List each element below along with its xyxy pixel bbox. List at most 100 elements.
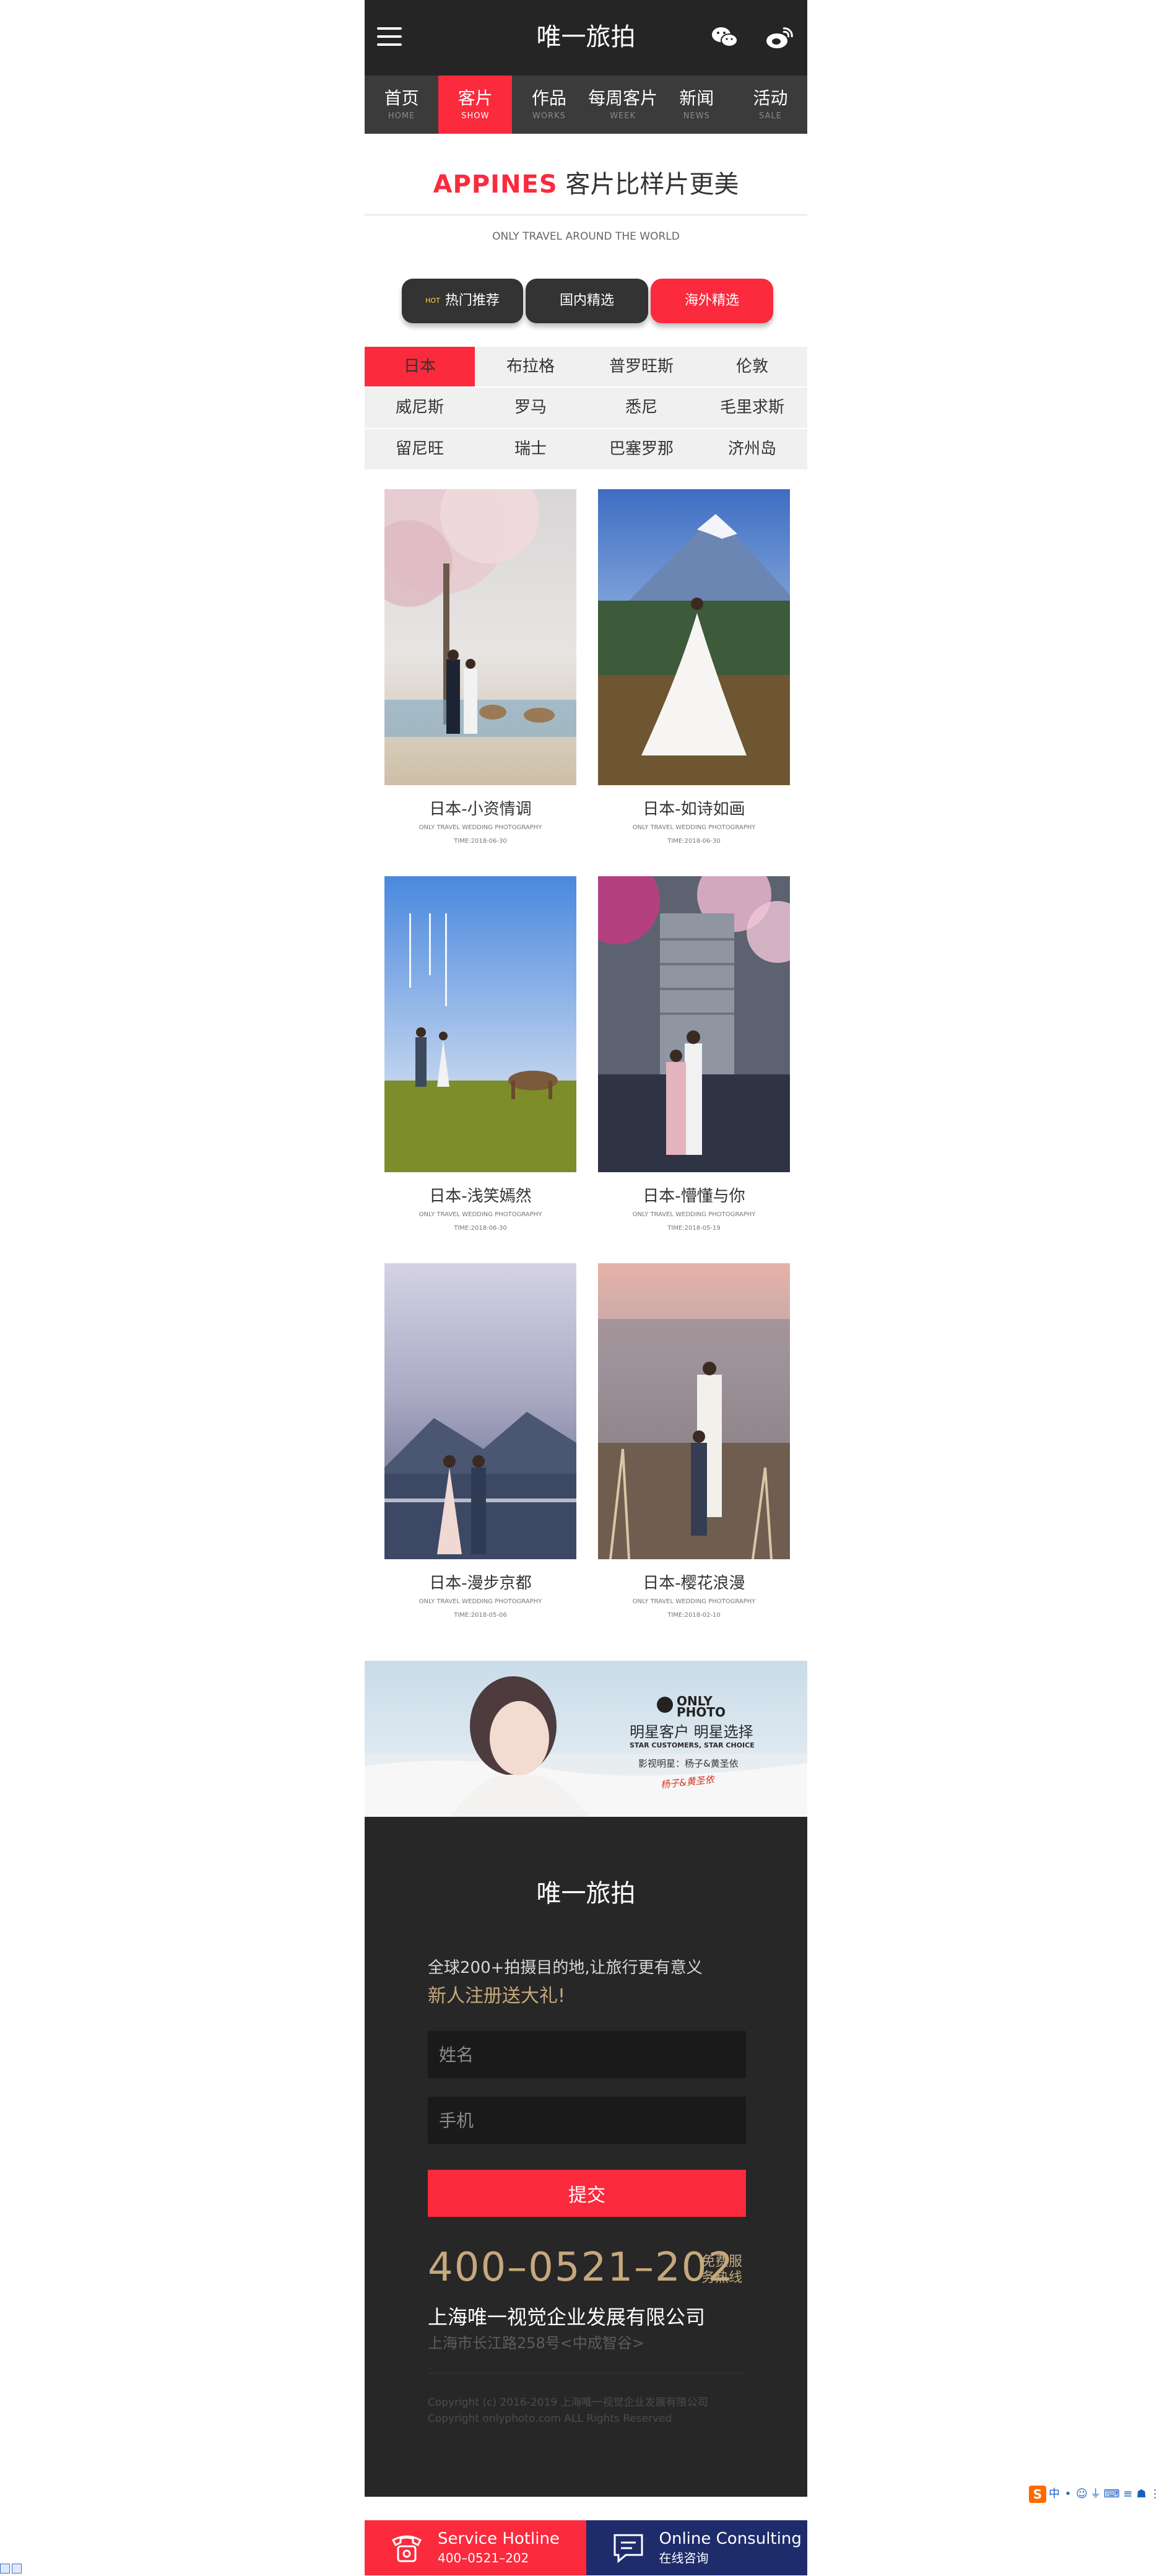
city-reunion[interactable]: 留尼旺 [365, 429, 475, 469]
main-nav: 首页 HOME 客片 SHOW 作品 WORKS 每周客片 WEEK 新闻 NEWS 活动… [365, 76, 807, 134]
ime-emoji-icon[interactable]: ☺ [1076, 2486, 1088, 2503]
card-title: 日本-樱花浪漫 [643, 1574, 745, 1593]
footer-title: 唯一旅拍 [536, 1879, 636, 1908]
city-jeju[interactable]: 济州岛 [697, 429, 807, 469]
top-bar: 唯一旅拍 [365, 0, 807, 76]
bottom-action-bar: Service Hotline 400–0521–202 Online Cons… [365, 2520, 807, 2575]
gallery-card[interactable]: 日本-浅笑嫣然 ONLY TRAVEL WEDDING PHOTOGRAPHY … [384, 876, 576, 1233]
nav-item-news[interactable]: 新闻 NEWS [660, 76, 734, 134]
ime-voice-icon[interactable]: ⏚ [1090, 2486, 1101, 2503]
tab-domestic[interactable]: 国内精选 [526, 279, 648, 323]
nav-label: 首页 [384, 88, 419, 108]
site-title: 唯一旅拍 [536, 23, 636, 51]
headline-divider [365, 214, 807, 215]
hotline-number[interactable]: 400–0521–202 [428, 2243, 734, 2292]
nav-item-works[interactable]: 作品 WORKS [512, 76, 586, 134]
city-mauritius[interactable]: 毛里求斯 [697, 388, 807, 427]
card-time: TIME:2018-02-10 [667, 1612, 721, 1619]
city-london[interactable]: 伦敦 [697, 347, 807, 386]
footer-divider [428, 2373, 746, 2374]
ime-toolbar: S 中 • ☺ ⏚ ⌨ ≡ ☗ ⋮ [1029, 2482, 1175, 2507]
card-subtitle: ONLY TRAVEL WEDDING PHOTOGRAPHY [418, 1598, 542, 1605]
ime-language-toggle[interactable]: 中 [1049, 2486, 1060, 2503]
card-time: TIME:2018-05-06 [454, 1612, 507, 1619]
wechat-icon[interactable] [710, 24, 740, 51]
gallery-photo[interactable] [384, 876, 576, 1172]
promo-gift-text: 新人注册送大礼! [428, 1985, 566, 2007]
card-time: TIME:2018-06-30 [454, 838, 507, 845]
ime-logo-icon[interactable]: S [1029, 2486, 1046, 2503]
phone-input[interactable] [428, 2097, 746, 2144]
online-consulting-button[interactable]: Online Consulting 在线咨询 [586, 2520, 807, 2575]
card-subtitle: ONLY TRAVEL WEDDING PHOTOGRAPHY [632, 824, 756, 831]
city-provence[interactable]: 普罗旺斯 [586, 347, 696, 386]
headline-brand: APPINES [433, 170, 558, 199]
promo-text: 全球200+拍摄目的地,让旅行更有意义 [428, 1959, 703, 1977]
ime-more-icon[interactable]: ⋮ [1150, 2486, 1161, 2503]
category-tabs: HOT 热门推荐 国内精选 海外精选 [402, 279, 773, 323]
banner-star: 影视明星：杨子&黄圣依 [638, 1758, 739, 1769]
card-subtitle: ONLY TRAVEL WEDDING PHOTOGRAPHY [418, 1211, 542, 1218]
service-hotline-button[interactable]: Service Hotline 400–0521–202 [365, 2520, 586, 2575]
name-input[interactable] [428, 2031, 746, 2078]
nav-item-week[interactable]: 每周客片 WEEK [586, 76, 660, 134]
tab-overseas[interactable]: 海外精选 [651, 279, 773, 323]
banner-slogan-en: STAR CUSTOMERS, STAR CHOICE [630, 1741, 755, 1749]
nav-sublabel: SALE [759, 111, 782, 121]
submit-button[interactable]: 提交 [428, 2170, 746, 2217]
gallery-photo[interactable] [384, 489, 576, 785]
tab-label: 海外精选 [684, 293, 739, 308]
nav-item-home[interactable]: 首页 HOME [365, 76, 438, 134]
card-time: TIME:2018-06-30 [454, 1225, 507, 1232]
gallery-card[interactable]: 日本-漫步京都 ONLY TRAVEL WEDDING PHOTOGRAPHY … [384, 1263, 576, 1620]
nav-label: 客片 [457, 88, 493, 108]
gallery-photo[interactable] [598, 1263, 790, 1559]
nav-label: 新闻 [679, 88, 714, 108]
hotline-note: 免费服务热线 [701, 2254, 743, 2286]
company-name: 上海唯一视觉企业发展有限公司 [428, 2305, 706, 2329]
city-rome[interactable]: 罗马 [475, 388, 586, 427]
tab-label: 国内精选 [559, 293, 614, 308]
card-subtitle: ONLY TRAVEL WEDDING PHOTOGRAPHY [632, 1598, 756, 1605]
nav-sublabel: WORKS [532, 111, 566, 121]
city-japan[interactable]: 日本 [365, 347, 475, 386]
city-venice[interactable]: 威尼斯 [365, 388, 475, 427]
ime-keyboard-icon[interactable]: ⌨ [1104, 2486, 1120, 2503]
window-icon[interactable] [0, 2564, 10, 2574]
corner-status-icons [0, 2564, 25, 2575]
nav-label: 活动 [753, 88, 788, 108]
gallery-photo[interactable] [598, 876, 790, 1172]
city-switzerland[interactable]: 瑞士 [475, 429, 586, 469]
gallery-card[interactable]: 日本-小资情调 ONLY TRAVEL WEDDING PHOTOGRAPHY … [384, 489, 576, 846]
section-headline: APPINES 客片比样片更美 [365, 167, 807, 202]
weibo-icon[interactable] [765, 24, 794, 51]
gallery-card[interactable]: 日本-樱花浪漫 ONLY TRAVEL WEDDING PHOTOGRAPHY … [598, 1263, 790, 1620]
nav-item-show[interactable]: 客片 SHOW [438, 76, 513, 134]
hotline-title: Service Hotline [438, 2530, 560, 2548]
gallery-photo[interactable] [384, 1263, 576, 1559]
nav-item-sale[interactable]: 活动 SALE [734, 76, 807, 134]
city-prague[interactable]: 布拉格 [475, 347, 586, 386]
telephone-icon [392, 2535, 422, 2562]
chat-icon [614, 2534, 643, 2564]
tab-label: 热门推荐 [444, 293, 500, 308]
card-title: 日本-小资情调 [429, 800, 532, 819]
nav-sublabel: WEEK [610, 111, 636, 121]
gallery-photo[interactable] [598, 489, 790, 785]
nav-label: 每周客片 [588, 88, 658, 108]
window-icon[interactable] [12, 2564, 22, 2574]
ime-skin-icon[interactable]: ☗ [1136, 2486, 1147, 2503]
city-sydney[interactable]: 悉尼 [586, 388, 696, 427]
gallery-card[interactable]: 日本-懵懂与你 ONLY TRAVEL WEDDING PHOTOGRAPHY … [598, 876, 790, 1233]
nav-sublabel: NEWS [683, 111, 710, 121]
card-title: 日本-懵懂与你 [643, 1187, 745, 1206]
headline-subtitle: ONLY TRAVEL AROUND THE WORLD [492, 230, 680, 243]
gallery-card[interactable]: 日本-如诗如画 ONLY TRAVEL WEDDING PHOTOGRAPHY … [598, 489, 790, 846]
card-title: 日本-如诗如画 [643, 800, 745, 819]
tab-hot[interactable]: HOT 热门推荐 [402, 279, 523, 323]
ime-menu-icon[interactable]: ≡ [1122, 2486, 1134, 2503]
ime-punctuation-icon[interactable]: • [1062, 2486, 1073, 2503]
city-barcelona[interactable]: 巴塞罗那 [586, 429, 696, 469]
promo-banner[interactable]: ONLY PHOTO 明星客户 明星选择 STAR CUSTOMERS, STA… [365, 1661, 807, 1817]
consulting-title: Online Consulting [659, 2530, 802, 2548]
